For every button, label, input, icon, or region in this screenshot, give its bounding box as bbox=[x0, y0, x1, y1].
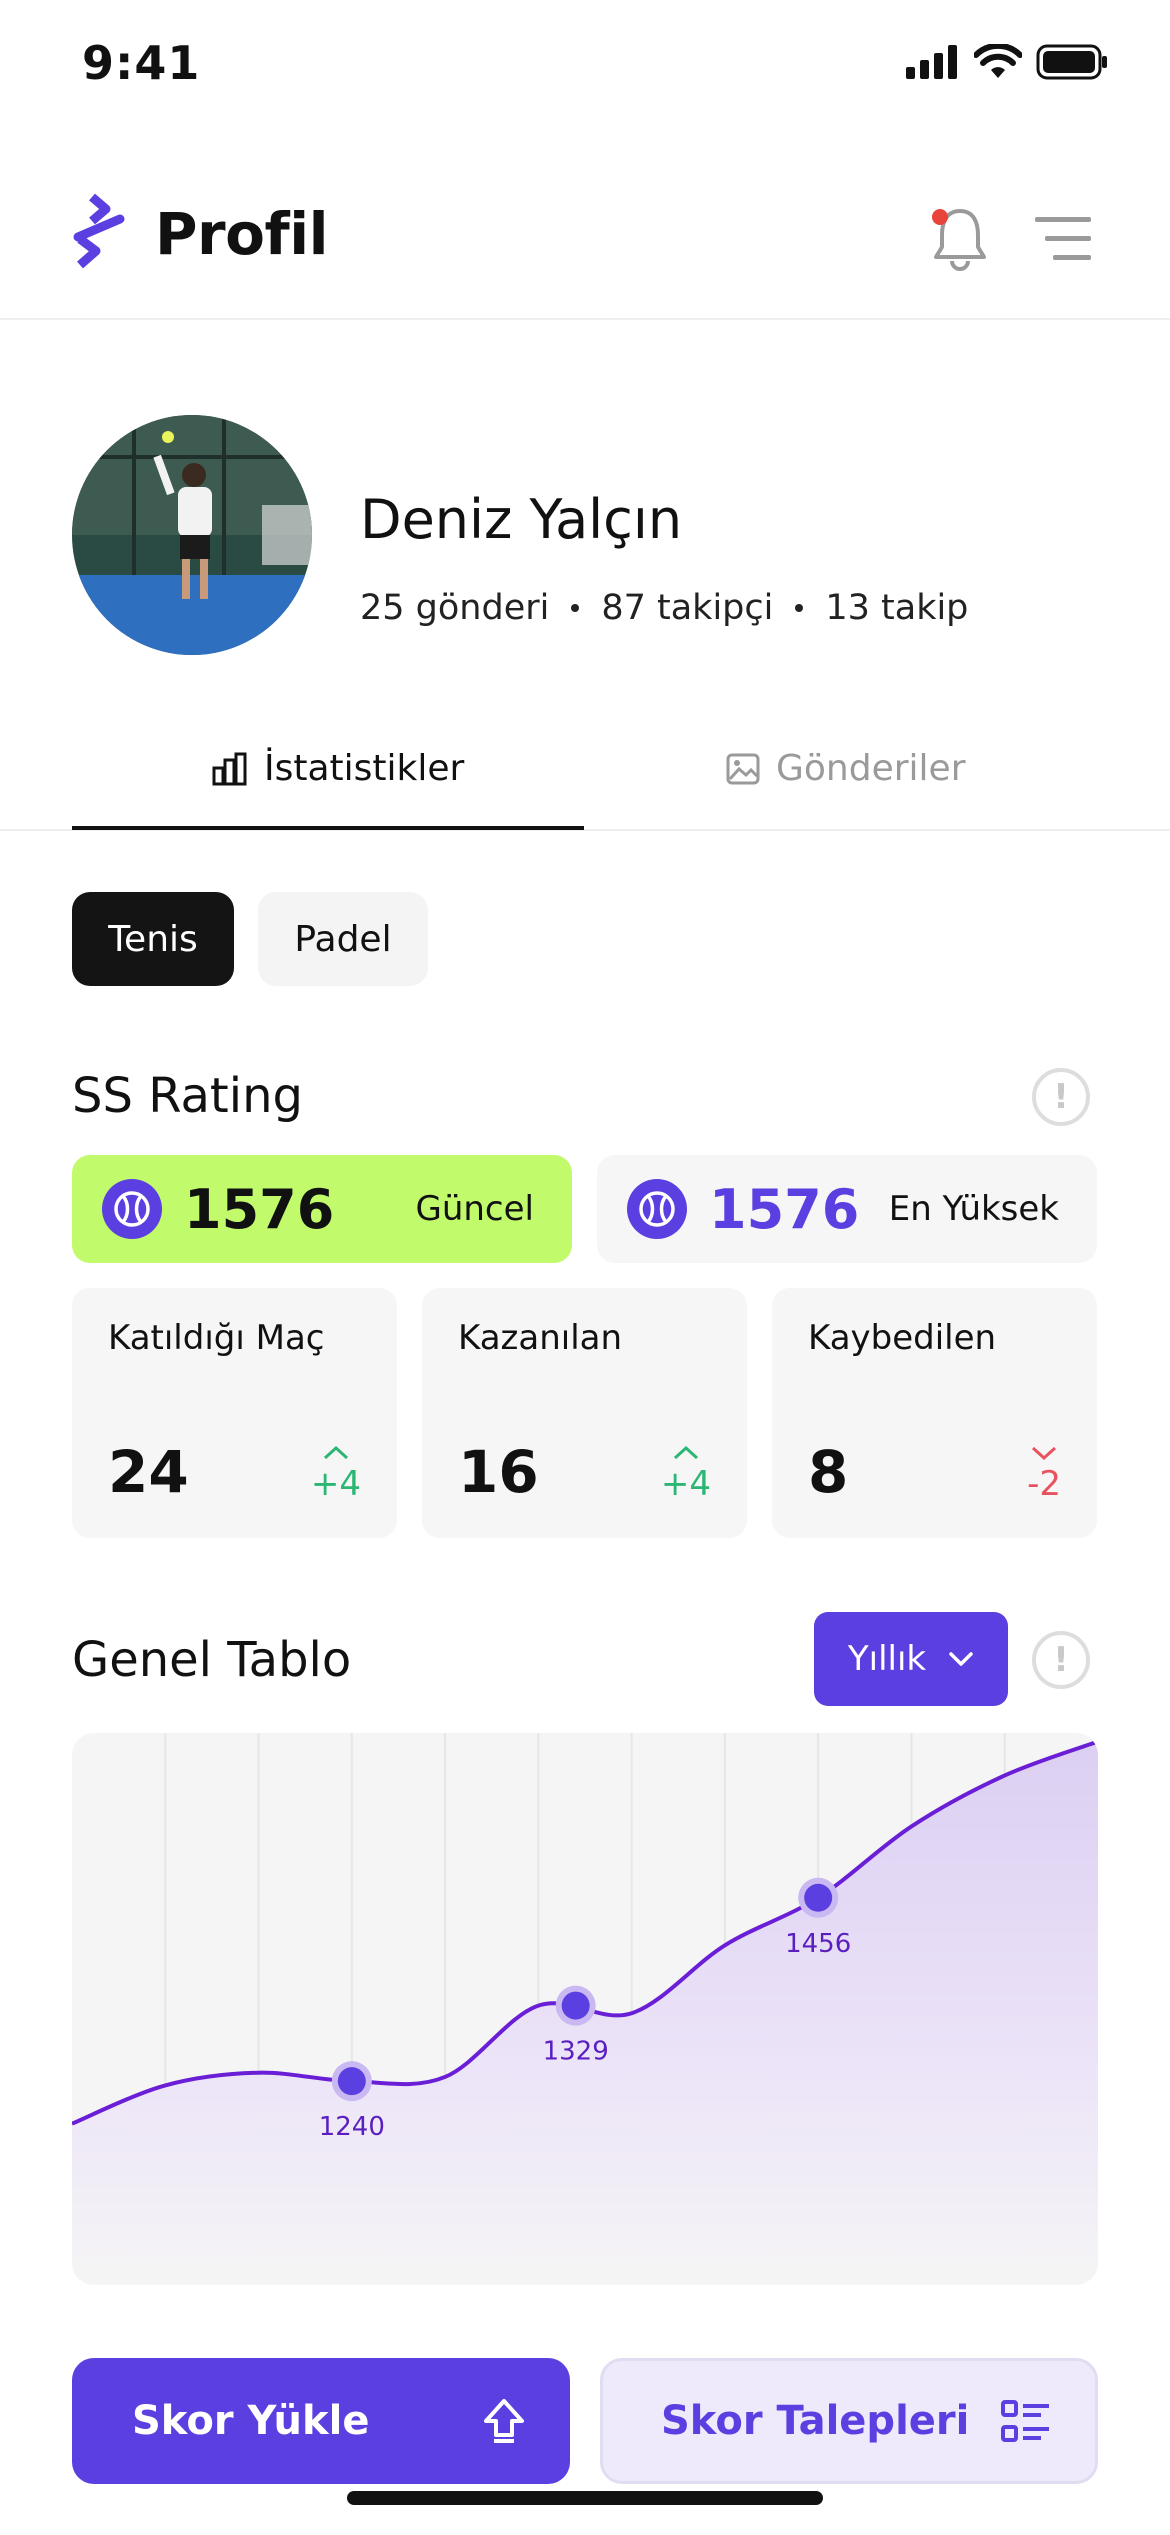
chevron-down-icon bbox=[1032, 1446, 1057, 1461]
stat-label: Kazanılan bbox=[458, 1318, 623, 1358]
bar-chart-icon bbox=[212, 752, 247, 785]
image-icon bbox=[726, 753, 760, 784]
stat-delta: +4 bbox=[661, 1433, 711, 1501]
menu-icon[interactable] bbox=[1035, 215, 1091, 263]
stat-label: Katıldığı Maç bbox=[108, 1318, 325, 1358]
posts-count[interactable]: 25 gönderi bbox=[360, 588, 549, 628]
tennis-ball-icon bbox=[102, 1179, 162, 1239]
profile-name: Deniz Yalçın bbox=[360, 488, 683, 551]
chart-point[interactable] bbox=[337, 2067, 366, 2096]
tab-statistics[interactable]: İstatistikler bbox=[212, 748, 464, 789]
separator-dot bbox=[795, 604, 804, 612]
stat-card-won: Kazanılan 16 +4 bbox=[422, 1288, 747, 1538]
rating-highest-label: En Yüksek bbox=[888, 1189, 1059, 1229]
status-time: 9:41 bbox=[82, 36, 201, 90]
period-dropdown-label: Yıllık bbox=[847, 1639, 927, 1679]
rating-highest-card: 1576 En Yüksek bbox=[597, 1155, 1097, 1263]
chart-container: 1240 1329 1456 bbox=[72, 1733, 1098, 2285]
stat-label: Kaybedilen bbox=[808, 1318, 997, 1358]
chevron-up-icon bbox=[323, 1445, 348, 1460]
profile-counts: 25 gönderi 87 takipçi 13 takip bbox=[360, 588, 968, 628]
chart-point[interactable] bbox=[804, 1883, 833, 1912]
chart-data-label: 1456 bbox=[785, 1929, 851, 1959]
stat-delta: +4 bbox=[311, 1433, 361, 1501]
chart-point[interactable] bbox=[561, 1991, 590, 2020]
tab-posts[interactable]: Gönderiler bbox=[726, 748, 966, 789]
tab-statistics-label: İstatistikler bbox=[264, 748, 465, 789]
active-tab-indicator bbox=[72, 826, 584, 830]
battery-icon bbox=[1036, 44, 1107, 80]
rating-current-card: 1576 Güncel bbox=[72, 1155, 572, 1263]
stat-card-matches: Katıldığı Maç 24 +4 bbox=[72, 1288, 397, 1538]
chart-data-label: 1329 bbox=[543, 2037, 609, 2067]
tennis-ball-icon bbox=[627, 1179, 687, 1239]
stat-value: 16 bbox=[458, 1438, 539, 1506]
notification-bell-icon[interactable] bbox=[928, 203, 992, 273]
tab-posts-label: Gönderiler bbox=[776, 748, 966, 789]
cellular-signal-icon bbox=[906, 45, 957, 79]
sport-chip-padel[interactable]: Padel bbox=[258, 892, 428, 986]
notification-dot bbox=[932, 209, 948, 225]
app-logo-icon bbox=[73, 193, 125, 269]
rating-chart: 1240 1329 1456 bbox=[72, 1733, 1098, 2285]
wifi-icon bbox=[974, 44, 1022, 78]
general-table-title: Genel Tablo bbox=[72, 1632, 352, 1688]
score-requests-button[interactable]: Skor Talepleri bbox=[600, 2358, 1098, 2484]
rating-current-value: 1576 bbox=[184, 1177, 335, 1241]
stat-delta-value: +4 bbox=[660, 1464, 711, 1504]
score-requests-label: Skor Talepleri bbox=[661, 2398, 970, 2444]
stat-delta: -2 bbox=[1027, 1433, 1061, 1501]
rating-current-label: Güncel bbox=[415, 1189, 534, 1229]
avatar bbox=[72, 415, 312, 655]
header-divider bbox=[0, 318, 1170, 320]
stat-value: 24 bbox=[108, 1438, 189, 1506]
stat-delta-value: +4 bbox=[310, 1464, 361, 1504]
page-title: Profil bbox=[155, 200, 328, 268]
list-icon bbox=[1001, 2400, 1049, 2442]
upload-icon bbox=[484, 2399, 524, 2443]
general-table-info-icon[interactable]: ! bbox=[1032, 1631, 1090, 1689]
upload-score-button[interactable]: Skor Yükle bbox=[72, 2358, 570, 2484]
home-indicator bbox=[347, 2491, 823, 2505]
stat-card-lost: Kaybedilen 8 -2 bbox=[772, 1288, 1097, 1538]
sport-chip-tenis[interactable]: Tenis bbox=[72, 892, 234, 986]
separator-dot bbox=[571, 604, 580, 612]
following-count[interactable]: 13 takip bbox=[825, 588, 968, 628]
chevron-down-icon bbox=[949, 1652, 973, 1666]
upload-score-label: Skor Yükle bbox=[132, 2398, 370, 2444]
followers-count[interactable]: 87 takipçi bbox=[601, 588, 773, 628]
stat-delta-value: -2 bbox=[1027, 1464, 1061, 1504]
stat-value: 8 bbox=[808, 1438, 849, 1506]
rating-highest-value: 1576 bbox=[709, 1177, 860, 1241]
period-dropdown[interactable]: Yıllık bbox=[814, 1612, 1008, 1706]
status-icons bbox=[906, 44, 1108, 80]
ss-rating-info-icon[interactable]: ! bbox=[1032, 1068, 1090, 1126]
ss-rating-title: SS Rating bbox=[72, 1068, 303, 1124]
chevron-up-icon bbox=[673, 1445, 698, 1460]
chart-data-label: 1240 bbox=[319, 2112, 385, 2142]
